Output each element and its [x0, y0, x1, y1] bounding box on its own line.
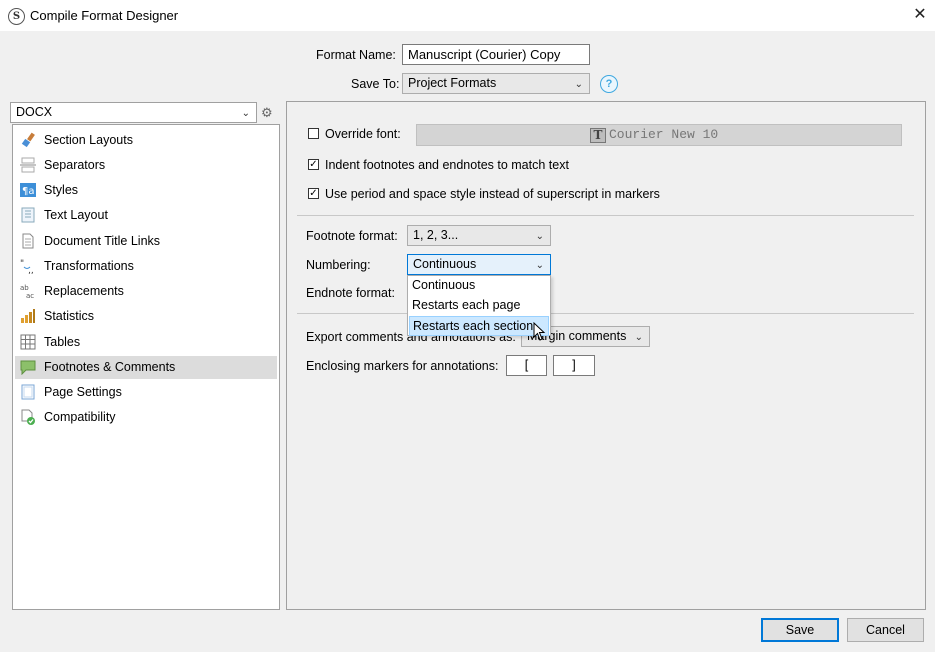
numbering-select[interactable]: Continuous ⌄	[407, 254, 551, 275]
svg-text:ab: ab	[20, 284, 29, 292]
chevron-down-icon: ⌄	[634, 332, 643, 343]
sidebar-item-styles[interactable]: ¶a Styles	[15, 179, 277, 202]
sidebar-item-statistics[interactable]: Statistics	[15, 305, 277, 328]
marker-close-input[interactable]: ]	[553, 355, 595, 376]
override-font-checkbox[interactable]	[308, 128, 319, 139]
replace-icon: abac	[20, 284, 34, 299]
table-icon	[20, 334, 36, 350]
comment-icon	[20, 360, 36, 375]
indent-checkbox[interactable]: ✓	[308, 159, 319, 170]
svg-text:‚,: ‚,	[28, 266, 34, 274]
sidebar-item-page-settings[interactable]: Page Settings	[15, 381, 277, 404]
window-title: Compile Format Designer	[30, 8, 179, 23]
marker-open-input[interactable]: [	[506, 355, 547, 376]
font-icon: T	[590, 128, 606, 143]
mouse-cursor-icon	[533, 322, 546, 341]
footnote-format-select[interactable]: 1, 2, 3... ⌄	[407, 225, 551, 246]
save-button[interactable]: Save	[761, 618, 839, 642]
help-icon[interactable]: ?	[600, 75, 618, 93]
text-layout-icon	[21, 207, 35, 223]
chevron-down-icon: ⌄	[241, 108, 250, 119]
brush-icon	[21, 132, 35, 148]
period-style-label: Use period and space style instead of su…	[325, 187, 660, 201]
sidebar-item-separators[interactable]: Separators	[15, 154, 277, 177]
indent-label: Indent footnotes and endnotes to match t…	[325, 158, 569, 172]
chevron-down-icon: ⌄	[535, 231, 544, 242]
compat-icon	[21, 409, 35, 425]
numbering-dropdown-list: Continuous Restarts each page Restarts e…	[407, 275, 551, 336]
footnote-format-value: 1, 2, 3...	[413, 228, 459, 242]
format-name-input[interactable]: Manuscript (Courier) Copy	[402, 44, 590, 65]
gear-icon[interactable]: ⚙	[261, 106, 275, 120]
dropdown-option-continuous[interactable]: Continuous	[409, 276, 549, 296]
numbering-value: Continuous	[413, 257, 477, 271]
dropdown-option-restarts-each-page[interactable]: Restarts each page	[409, 296, 549, 316]
save-to-label: Save To:	[351, 77, 400, 91]
sidebar-item-text-layout[interactable]: Text Layout	[15, 204, 277, 227]
font-value: Courier New 10	[609, 127, 719, 142]
sidebar-item-compatibility[interactable]: Compatibility	[15, 406, 277, 429]
bar-chart-icon	[21, 309, 35, 323]
override-font-label: Override font:	[325, 127, 401, 141]
separator-icon	[20, 157, 36, 173]
section-list: Section Layouts Separators ¶a Styles Tex…	[12, 124, 280, 610]
format-name-label: Format Name:	[316, 48, 396, 62]
page-icon	[21, 384, 35, 400]
quotes-icon: " ‚,	[20, 259, 34, 274]
footnote-format-label: Footnote format:	[306, 229, 398, 243]
save-to-select[interactable]: Project Formats ⌄	[402, 73, 590, 94]
close-icon[interactable]: ✕	[910, 5, 930, 25]
sidebar-item-replacements[interactable]: ab ac Replacements	[15, 280, 277, 303]
numbering-label: Numbering:	[306, 258, 371, 272]
chevron-down-icon: ⌄	[535, 260, 544, 271]
cancel-button[interactable]: Cancel	[847, 618, 924, 642]
svg-text:ac: ac	[26, 292, 34, 299]
divider	[297, 313, 914, 314]
sidebar-item-transformations[interactable]: " ‚, Transformations	[15, 255, 277, 278]
settings-panel	[286, 101, 926, 610]
divider	[297, 215, 914, 216]
save-to-value: Project Formats	[408, 76, 497, 90]
sidebar-item-section-layouts[interactable]: Section Layouts	[15, 129, 277, 152]
sidebar-item-document-title-links[interactable]: Document Title Links	[15, 230, 277, 253]
enclosing-label: Enclosing markers for annotations:	[306, 359, 499, 373]
sidebar-item-tables[interactable]: Tables	[15, 331, 277, 354]
styles-icon: ¶a	[20, 183, 36, 197]
endnote-format-label: Endnote format:	[306, 286, 395, 300]
output-type-value: DOCX	[16, 105, 53, 119]
period-style-checkbox[interactable]: ✓	[308, 188, 319, 199]
svg-text:¶a: ¶a	[22, 186, 35, 197]
dropdown-option-restarts-each-section[interactable]: Restarts each section	[409, 316, 549, 336]
app-logo-icon: S	[8, 8, 25, 25]
output-type-select[interactable]: DOCX ⌄	[10, 102, 257, 123]
document-icon	[22, 233, 34, 249]
svg-text:": "	[20, 259, 24, 269]
chevron-down-icon: ⌄	[574, 79, 583, 90]
sidebar-item-footnotes-comments[interactable]: Footnotes & Comments	[15, 356, 277, 379]
